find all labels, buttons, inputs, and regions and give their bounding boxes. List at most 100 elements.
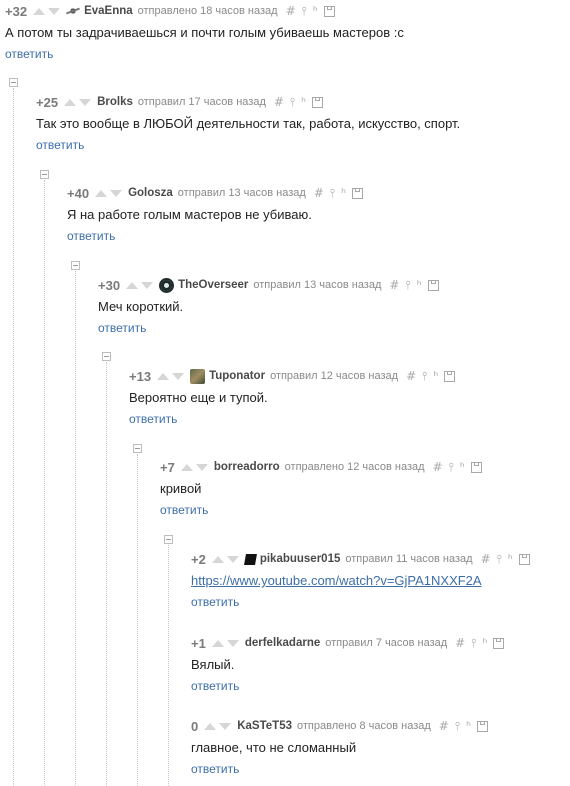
upvote-icon[interactable] <box>157 372 170 380</box>
hash-link-icon[interactable]: # <box>481 552 491 566</box>
downvote-icon[interactable] <box>226 555 239 563</box>
comment-text: А потом ты задрачиваешься и почти голым … <box>5 25 404 40</box>
downvote-icon[interactable] <box>110 189 123 197</box>
comment-time[interactable]: отправлено 8 часов назад <box>297 720 431 732</box>
comment-time[interactable]: отправил 13 часов назад <box>253 279 381 291</box>
thread-line <box>13 88 14 786</box>
comment-author[interactable]: KaSTeT53 <box>237 720 292 732</box>
collapse-toggle[interactable] <box>102 352 111 361</box>
hash-link-icon[interactable]: # <box>406 369 416 383</box>
save-icon[interactable] <box>444 370 456 382</box>
save-icon[interactable] <box>476 720 488 732</box>
save-icon[interactable] <box>323 5 335 17</box>
reply-link[interactable]: ответить <box>98 321 146 335</box>
upvote-icon[interactable] <box>204 722 217 730</box>
downvote-icon[interactable] <box>226 639 239 647</box>
comment-author[interactable]: pikabuuser015 <box>260 553 341 565</box>
save-icon[interactable] <box>470 461 482 473</box>
reply-link[interactable]: ответить <box>160 503 208 517</box>
comment-text: кривой <box>160 481 202 496</box>
parent-comment-icon[interactable]: ⫯ <box>455 719 460 734</box>
parent-comment-icon[interactable]: ⫯ <box>497 552 502 567</box>
upvote-icon[interactable] <box>211 555 224 563</box>
collapse-toggle[interactable] <box>40 170 49 179</box>
comment-time[interactable]: отправлено 18 часов назад <box>138 5 278 17</box>
downvote-icon[interactable] <box>48 7 61 15</box>
downvote-icon[interactable] <box>141 281 154 289</box>
hash-link-icon[interactable]: # <box>274 95 284 109</box>
thread-branch-icon[interactable]: ʰ <box>460 460 465 474</box>
hash-link-icon[interactable]: # <box>314 186 324 200</box>
comment-header: +13 Tuponator отправил 12 часов назад # … <box>129 367 456 385</box>
hash-link-icon[interactable]: # <box>433 460 443 474</box>
hash-link-icon[interactable]: # <box>389 278 399 292</box>
thread-branch-icon[interactable]: ʰ <box>417 278 422 292</box>
thread-branch-icon[interactable]: ʰ <box>433 369 438 383</box>
reply-link[interactable]: ответить <box>36 138 84 152</box>
comment-header: +1 derfelkadarne отправил 7 часов назад … <box>191 634 505 652</box>
downvote-icon[interactable] <box>172 372 185 380</box>
collapse-toggle[interactable] <box>71 261 80 270</box>
comment-time[interactable]: отправил 11 часов назад <box>345 553 472 565</box>
parent-comment-icon[interactable]: ⫯ <box>330 186 335 201</box>
thread-branch-icon[interactable]: ʰ <box>482 636 487 650</box>
comment-time[interactable]: отправил 17 часов назад <box>138 96 266 108</box>
comment-author[interactable]: EvaEnna <box>84 5 133 17</box>
comment-author[interactable]: Tuponator <box>209 370 265 382</box>
comment-time[interactable]: отправил 13 часов назад <box>178 187 306 199</box>
thread-branch-icon[interactable]: ʰ <box>341 186 346 200</box>
thread-branch-icon[interactable]: ʰ <box>313 4 318 18</box>
upvote-icon[interactable] <box>95 189 108 197</box>
collapse-toggle[interactable] <box>164 535 173 544</box>
upvote-icon[interactable] <box>33 7 46 15</box>
downvote-icon[interactable] <box>219 722 232 730</box>
hash-link-icon[interactable]: # <box>439 719 449 733</box>
collapse-toggle[interactable] <box>133 444 142 453</box>
save-icon[interactable] <box>493 637 505 649</box>
thread-branch-icon[interactable]: ʰ <box>301 95 306 109</box>
reply-link[interactable]: ответить <box>5 47 53 61</box>
comment-author[interactable]: borreadorro <box>214 461 280 473</box>
upvote-icon[interactable] <box>180 463 193 471</box>
reply-link[interactable]: ответить <box>191 679 239 693</box>
thread-branch-icon[interactable]: ʰ <box>466 719 471 733</box>
upvote-icon[interactable] <box>211 639 224 647</box>
comment-author[interactable]: Golosza <box>128 187 173 199</box>
comment-time[interactable]: отправлено 12 часов назад <box>285 461 425 473</box>
youtube-link[interactable]: https://www.youtube.com/watch?v=GjPA1NXX… <box>191 573 482 588</box>
comment: +13 Tuponator отправил 12 часов назад # … <box>129 367 456 428</box>
save-icon[interactable] <box>518 553 530 565</box>
upvote-icon[interactable] <box>126 281 139 289</box>
parent-comment-icon[interactable]: ⫯ <box>290 95 295 110</box>
hash-link-icon[interactable]: # <box>286 4 296 18</box>
parent-comment-icon[interactable]: ⫯ <box>449 460 454 475</box>
user-avatar[interactable] <box>66 6 81 16</box>
downvote-icon[interactable] <box>79 98 92 106</box>
reply-link[interactable]: ответить <box>129 412 177 426</box>
comment-author[interactable]: Brolks <box>97 96 133 108</box>
comment-author[interactable]: derfelkadarne <box>245 637 320 649</box>
save-icon[interactable] <box>427 279 439 291</box>
parent-comment-icon[interactable]: ⫯ <box>302 4 307 19</box>
user-avatar[interactable] <box>159 277 175 293</box>
reply-link[interactable]: ответить <box>67 229 115 243</box>
user-avatar[interactable] <box>243 553 257 565</box>
thread-branch-icon[interactable]: ʰ <box>508 552 513 566</box>
parent-comment-icon[interactable]: ⫯ <box>471 636 476 651</box>
save-icon[interactable] <box>312 96 324 108</box>
collapse-toggle[interactable] <box>9 78 18 87</box>
reply-link[interactable]: ответить <box>191 762 239 776</box>
reply-link[interactable]: ответить <box>191 595 239 609</box>
parent-comment-icon[interactable]: ⫯ <box>405 278 410 293</box>
comment: +40 Golosza отправил 13 часов назад # ⫯ … <box>67 184 363 245</box>
downvote-icon[interactable] <box>195 463 208 471</box>
hash-link-icon[interactable]: # <box>455 636 465 650</box>
parent-comment-icon[interactable]: ⫯ <box>422 369 427 384</box>
comment-header: +7 borreadorro отправлено 12 часов назад… <box>160 458 482 476</box>
user-avatar[interactable] <box>190 368 206 384</box>
upvote-icon[interactable] <box>64 98 77 106</box>
comment-author[interactable]: TheOverseer <box>178 279 248 291</box>
save-icon[interactable] <box>351 187 363 199</box>
comment-time[interactable]: отправил 12 часов назад <box>270 370 398 382</box>
comment-time[interactable]: отправил 7 часов назад <box>325 637 447 649</box>
